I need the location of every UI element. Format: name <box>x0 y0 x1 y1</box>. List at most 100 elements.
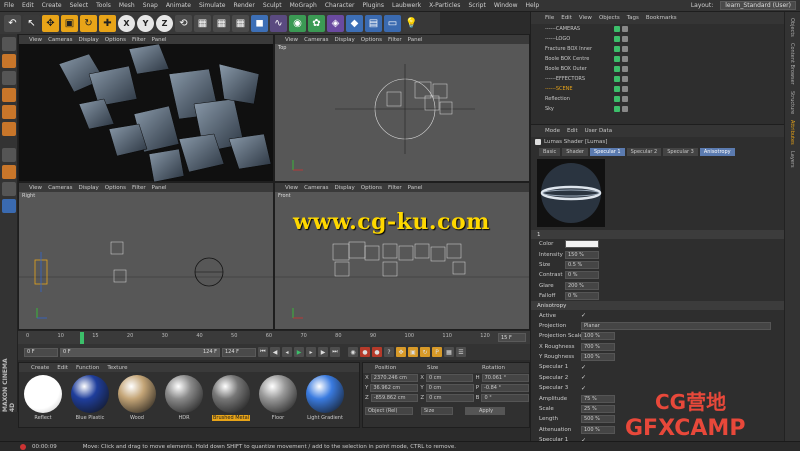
menu-sculpt[interactable]: Sculpt <box>259 2 286 9</box>
visibility-dot-icon[interactable] <box>614 46 620 52</box>
side-tab-structure[interactable]: Structure <box>789 91 795 114</box>
objects-menu-bookmarks[interactable]: Bookmarks <box>646 15 677 21</box>
add-icon[interactable]: ✚ <box>99 14 116 32</box>
attr-value[interactable]: 700 % <box>581 342 615 351</box>
deformer-icon[interactable]: ◈ <box>327 14 344 32</box>
record-icon[interactable]: ◉ <box>348 347 358 357</box>
attr-menu-edit[interactable]: Edit <box>567 128 578 134</box>
viewport-menu-filter[interactable]: Filter <box>388 37 402 43</box>
param-key-icon[interactable]: P <box>432 347 442 357</box>
attr-checkbox[interactable]: ✓ <box>581 312 586 319</box>
axis-y-icon[interactable]: Y <box>137 14 154 32</box>
side-tab-layers[interactable]: Layers <box>789 151 795 168</box>
end-frame-field[interactable]: 124 F <box>222 347 256 357</box>
apply-button[interactable]: Apply <box>465 407 505 415</box>
menu-file[interactable]: File <box>0 2 18 9</box>
viewport-menu-filter[interactable]: Filter <box>132 185 146 191</box>
menu-script[interactable]: Script <box>464 2 489 9</box>
viewport-menu-cameras[interactable]: Cameras <box>48 185 72 191</box>
coord-position-field[interactable]: 2370.246 cm <box>370 374 419 382</box>
viewport-menu-view[interactable]: View <box>285 185 298 191</box>
viewport-menu-cameras[interactable]: Cameras <box>304 37 328 43</box>
viewport-top[interactable]: View Cameras Display Options Filter Panel Top <box>274 34 530 182</box>
attr-value[interactable]: 150 % <box>565 250 599 259</box>
tab-specular-1[interactable]: Specular 1 <box>589 147 625 156</box>
viewport-perspective[interactable]: View Cameras Display Options Filter Panel <box>18 34 274 182</box>
viewport-menu-view[interactable]: View <box>285 37 298 43</box>
render-dot-icon[interactable] <box>622 106 628 112</box>
spline-icon[interactable]: ∿ <box>270 14 287 32</box>
material-item[interactable]: Light Gradient <box>304 375 346 421</box>
side-tab-attributes[interactable]: Attributes <box>789 120 795 145</box>
attr-value[interactable]: 0 % <box>565 292 599 301</box>
menu-render[interactable]: Render <box>229 2 258 9</box>
prev-key-icon[interactable]: ◀ <box>270 347 280 357</box>
attr-value[interactable]: 500 % <box>581 415 615 424</box>
next-key-icon[interactable]: ▶ <box>318 347 328 357</box>
keyframe-selection-icon[interactable]: ? <box>384 347 394 357</box>
play-icon[interactable]: ▶ <box>294 347 304 357</box>
record-keys-icon[interactable]: ● <box>360 347 370 357</box>
visibility-dot-icon[interactable] <box>614 26 620 32</box>
layout-switcher[interactable]: Layout: learn_Standard (User) <box>687 1 800 10</box>
viewport-menu-display[interactable]: Display <box>335 185 355 191</box>
go-to-start-icon[interactable]: ⏮ <box>258 347 268 357</box>
coord-rotation-field[interactable]: 70.061 ° <box>481 374 530 382</box>
attr-value[interactable]: 100 % <box>581 425 615 434</box>
coord-position-field[interactable]: 36.962 cm <box>370 384 419 392</box>
material-item[interactable]: Wood <box>116 375 158 421</box>
side-tab-objects[interactable]: Objects <box>789 18 795 37</box>
objects-menu-edit[interactable]: Edit <box>561 15 572 21</box>
position-key-icon[interactable]: ✥ <box>396 347 406 357</box>
viewport-menu-panel[interactable]: Panel <box>408 37 423 43</box>
timeline-playhead[interactable] <box>80 332 84 344</box>
visibility-dot-icon[interactable] <box>614 56 620 62</box>
object-mode-icon[interactable] <box>2 54 16 68</box>
viewport-menu-cameras[interactable]: Cameras <box>48 37 72 43</box>
attr-value[interactable]: 25 % <box>581 405 615 414</box>
material-item[interactable]: HDR <box>163 375 205 421</box>
go-to-end-icon[interactable]: ⏭ <box>330 347 340 357</box>
objects-menu-tags[interactable]: Tags <box>627 15 639 21</box>
object-row[interactable]: Boole BOX Outer <box>531 64 784 74</box>
tab-anisotropy[interactable]: Anisotropy <box>699 147 735 156</box>
attr-value[interactable]: 100 % <box>581 353 615 362</box>
coord-position-field[interactable]: -859.862 cm <box>370 394 419 402</box>
visibility-dot-icon[interactable] <box>614 66 620 72</box>
scale-icon[interactable]: ▣ <box>61 14 78 32</box>
viewport-menu-panel[interactable]: Panel <box>408 185 423 191</box>
timeline-menu-icon[interactable]: ☰ <box>456 347 466 357</box>
coord-size-field[interactable]: 0 cm <box>426 374 474 382</box>
attr-menu-mode[interactable]: Mode <box>545 128 560 134</box>
model-mode-icon[interactable] <box>2 37 16 51</box>
object-row[interactable]: ------LOGO <box>531 34 784 44</box>
viewport-menu-display[interactable]: Display <box>79 185 99 191</box>
cube-icon[interactable]: ◼ <box>251 14 268 32</box>
render-dot-icon[interactable] <box>622 46 628 52</box>
viewport-menu-view[interactable]: View <box>29 37 42 43</box>
attr-value[interactable] <box>565 240 599 249</box>
points-mode-icon[interactable] <box>2 88 16 102</box>
material-menu-function[interactable]: Function <box>76 365 99 371</box>
viewport-menu-display[interactable]: Display <box>335 37 355 43</box>
coord-size-field[interactable]: 0 cm <box>426 394 474 402</box>
menu-plugins[interactable]: Plugins <box>358 2 388 9</box>
prev-frame-icon[interactable]: ◂ <box>282 347 292 357</box>
menu-animate[interactable]: Animate <box>162 2 195 9</box>
tab-specular-2[interactable]: Specular 2 <box>626 147 662 156</box>
menu-create[interactable]: Create <box>38 2 66 9</box>
viewport-menu-view[interactable]: View <box>29 185 42 191</box>
side-tab-content-browser[interactable]: Content Browser <box>789 43 795 85</box>
material-item[interactable]: Brushed Metal <box>210 375 252 421</box>
menu-window[interactable]: Window <box>490 2 522 9</box>
tab-specular-3[interactable]: Specular 3 <box>663 147 698 156</box>
menu-tools[interactable]: Tools <box>92 2 115 9</box>
start-frame-field[interactable]: 0 F <box>24 347 58 357</box>
locked-workplane-icon[interactable] <box>2 182 16 196</box>
tab-shader[interactable]: Shader <box>562 147 588 156</box>
attr-value[interactable]: 200 % <box>565 281 599 290</box>
object-row[interactable]: ------SCENE <box>531 84 784 94</box>
object-row[interactable]: ------EFFECTORS <box>531 74 784 84</box>
current-frame-field[interactable]: 15 F <box>498 333 526 342</box>
move-icon[interactable]: ✥ <box>42 14 59 32</box>
